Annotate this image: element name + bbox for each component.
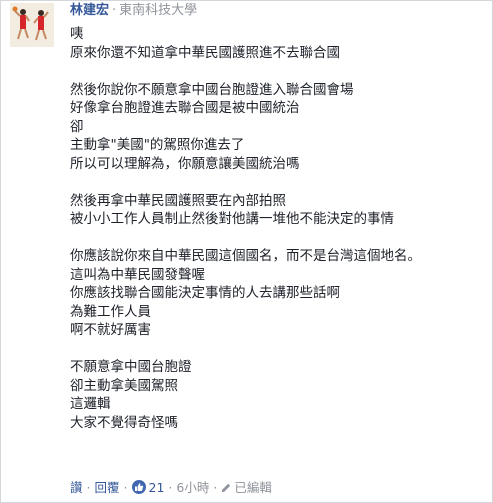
comment-line: 卻 <box>70 118 84 135</box>
comment-line: 為難工作人員 <box>70 303 151 320</box>
timestamp[interactable]: 6小時 <box>176 480 209 495</box>
action-separator: · <box>86 480 91 495</box>
comment-line: 卻主動拿美國駕照 <box>70 377 178 394</box>
comment-line: 啊不就好厲害 <box>70 322 151 338</box>
comment-line: 你應該找聯合國能決定事情的人去講那些話啊 <box>70 285 340 301</box>
comment-line <box>70 340 485 359</box>
author-name[interactable]: 林建宏 <box>70 3 109 18</box>
comment-line <box>70 173 485 192</box>
comment-line: 原來你還不知道拿中華民國護照進不去聯合國 <box>70 44 340 61</box>
comment-line <box>70 62 485 81</box>
action-separator: · <box>168 480 173 495</box>
comment-line: 你應該說你來自中華民國這個國名，而不是台灣這個地名。 <box>70 248 421 264</box>
like-thumb-icon[interactable] <box>131 480 146 494</box>
comment-line: 大家不覺得奇怪嗎 <box>70 414 178 431</box>
comment-line: 不願意拿中國台胞證 <box>70 359 192 375</box>
comment-actions: 讚 · 回覆 · 21 · 6小時 · 已編輯 <box>70 480 272 496</box>
comment-header: 林建宏 · 東南科技大學 <box>70 3 197 19</box>
action-separator: · <box>213 480 218 495</box>
pencil-icon <box>222 483 231 492</box>
comment-line <box>70 229 485 248</box>
comment-line: 好像拿台胞證進去聯合國是被中國統治 <box>70 100 300 116</box>
comment-line: 主動拿"美國"的駕照你進去了 <box>70 137 245 153</box>
like-button[interactable]: 讚 <box>70 480 83 495</box>
edited-label[interactable]: 已編輯 <box>234 480 272 495</box>
comment-line: 這叫為中華民國發聲喔 <box>70 266 205 283</box>
comment-line: 這邏輯 <box>70 396 111 412</box>
avatar[interactable] <box>10 3 54 47</box>
action-separator: · <box>123 480 128 495</box>
like-count[interactable]: 21 <box>149 480 165 495</box>
author-school[interactable]: 東南科技大學 <box>119 3 197 18</box>
reply-button[interactable]: 回覆 <box>95 480 120 495</box>
header-separator: · <box>112 3 117 18</box>
comment-line: 所以可以理解為，你願意讓美國統治嗎 <box>70 155 300 172</box>
comment-body: 咦 原來你還不知道拿中華民國護照進不去聯合國 然後你說你不願意拿中國台胞證進入聯… <box>70 25 485 432</box>
comment-line: 被小小工作人員制止然後對他講一堆他不能決定的事情 <box>70 211 394 227</box>
comment-line: 然後你說你不願意拿中國台胞證進入聯合國會場 <box>70 81 354 98</box>
comment-line: 然後再拿中華民國護照要在內部拍照 <box>70 192 286 209</box>
comment-line: 咦 <box>70 26 84 42</box>
